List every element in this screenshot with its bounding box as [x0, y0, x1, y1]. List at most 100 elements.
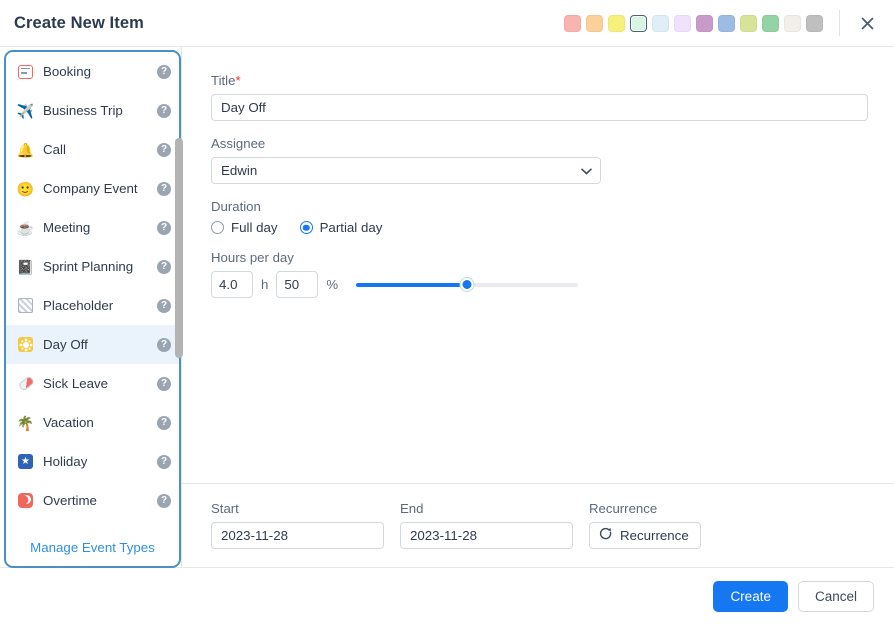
hours-field-block: Hours per day h %	[211, 250, 868, 298]
title-label: Title*	[211, 73, 868, 88]
event-type-list: Booking? ✈️ Business Trip? 🔔 Call? 🙂 Company E…	[6, 52, 179, 528]
assignee-label: Assignee	[211, 136, 266, 151]
coffee-cup-icon: ☕	[16, 219, 35, 236]
slider-thumb[interactable]	[460, 278, 474, 291]
sidebar-item-booking[interactable]: Booking?	[6, 52, 179, 91]
help-icon[interactable]: ?	[157, 103, 171, 118]
dialog-header: Create New Item	[0, 0, 894, 47]
header-divider	[839, 10, 840, 36]
recurrence-label: Recurrence	[589, 501, 658, 516]
close-icon[interactable]	[854, 10, 880, 36]
help-icon[interactable]: ?	[157, 493, 171, 508]
title-input[interactable]	[211, 94, 868, 121]
swatch-orange[interactable]	[586, 14, 603, 32]
swatch-blue[interactable]	[718, 14, 735, 32]
sidebar-item-label: Meeting	[43, 220, 91, 235]
event-type-sidebar-wrapper: Booking? ✈️ Business Trip? 🔔 Call? 🙂 Company E…	[0, 47, 183, 568]
help-icon[interactable]: ?	[157, 415, 171, 430]
swatch-yellow[interactable]	[608, 14, 625, 32]
create-button[interactable]: Create	[713, 580, 788, 612]
slider-fill	[356, 282, 468, 287]
swatch-red[interactable]	[564, 14, 581, 32]
swatch-lime[interactable]	[740, 14, 757, 32]
cancel-button[interactable]: Cancel	[797, 580, 874, 612]
help-icon[interactable]: ?	[157, 298, 171, 313]
sidebar-item-label: Holiday	[43, 454, 88, 469]
sidebar-scrollbar-track[interactable]	[175, 50, 183, 568]
hours-per-day-row: h %	[211, 271, 868, 298]
hours-per-day-label: Hours per day	[211, 250, 294, 265]
help-icon[interactable]: ?	[157, 64, 171, 79]
repeat-icon	[599, 527, 613, 544]
assignee-select-wrapper: Edwin	[211, 157, 601, 184]
title-field-block: Title*	[211, 73, 868, 121]
palm-beach-icon: 🌴	[16, 414, 35, 431]
swatch-mint[interactable]	[630, 14, 647, 32]
sidebar-item-meeting[interactable]: ☕ Meeting?	[6, 208, 179, 247]
percent-unit-label: %	[326, 277, 339, 292]
help-icon[interactable]: ?	[157, 337, 171, 352]
percent-input[interactable]	[276, 271, 319, 298]
airplane-icon: ✈️	[16, 102, 35, 119]
event-type-sidebar: Booking? ✈️ Business Trip? 🔔 Call? 🙂 Company E…	[4, 50, 181, 568]
schedule-section: Start End Recurrence	[182, 483, 894, 567]
sidebar-item-day-off[interactable]: Day Off?	[6, 325, 179, 364]
sidebar-item-label: Overtime	[43, 493, 97, 508]
sidebar-item-overtime[interactable]: Overtime?	[6, 481, 179, 520]
radio-full-day[interactable]: Full day	[211, 220, 278, 235]
sidebar-item-label: Call	[43, 142, 66, 157]
sidebar-item-label: Sick Leave	[43, 376, 109, 391]
sidebar-item-call[interactable]: 🔔 Call?	[6, 130, 179, 169]
dialog-footer: Create Cancel	[0, 567, 894, 624]
bell-icon: 🔔	[16, 141, 35, 158]
help-icon[interactable]: ?	[157, 142, 171, 157]
sidebar-item-label: Business Trip	[43, 103, 123, 118]
help-icon[interactable]: ?	[157, 454, 171, 469]
sidebar-item-holiday[interactable]: ★ Holiday?	[6, 442, 179, 481]
dialog-body: Booking? ✈️ Business Trip? 🔔 Call? 🙂 Company E…	[0, 47, 894, 568]
sidebar-item-sick-leave[interactable]: Sick Leave?	[6, 364, 179, 403]
start-date-input[interactable]	[211, 522, 384, 549]
help-icon[interactable]: ?	[157, 376, 171, 391]
recurrence-field-block: Recurrence Recurrence	[589, 501, 701, 549]
color-swatch-picker[interactable]	[564, 14, 823, 32]
radio-indicator	[299, 221, 313, 234]
swatch-lavender[interactable]	[674, 14, 691, 32]
radio-partial-day[interactable]: Partial day	[299, 220, 382, 235]
hours-percent-slider[interactable]	[356, 276, 579, 294]
assignee-select[interactable]: Edwin	[211, 157, 601, 184]
create-new-item-dialog: Create New Item Booking? ✈️ Business Trip?…	[0, 0, 894, 624]
sidebar-item-sprint-planning[interactable]: 📓 Sprint Planning?	[6, 247, 179, 286]
help-icon[interactable]: ?	[157, 181, 171, 196]
swatch-grey[interactable]	[806, 14, 823, 32]
sidebar-scrollbar-thumb[interactable]	[175, 138, 183, 358]
hours-input[interactable]	[211, 271, 253, 298]
sidebar-item-placeholder[interactable]: Placeholder?	[6, 286, 179, 325]
star-icon: ★	[17, 453, 34, 470]
smiley-icon: 🙂	[16, 180, 35, 197]
sidebar-item-label: Company Event	[43, 181, 138, 196]
swatch-green[interactable]	[762, 14, 779, 32]
recurrence-button[interactable]: Recurrence	[589, 522, 701, 549]
sidebar-item-company-event[interactable]: 🙂 Company Event?	[6, 169, 179, 208]
sidebar-item-vacation[interactable]: 🌴 Vacation?	[6, 403, 179, 442]
sidebar-item-business-trip[interactable]: ✈️ Business Trip?	[6, 91, 179, 130]
swatch-light-blue[interactable]	[652, 14, 669, 32]
swatch-cream[interactable]	[784, 14, 801, 32]
start-field-block: Start	[211, 501, 384, 549]
assignee-selected-value: Edwin	[221, 163, 258, 178]
hours-unit-label: h	[261, 277, 269, 292]
manage-event-types-link[interactable]: Manage Event Types	[30, 540, 155, 555]
sidebar-item-label: Placeholder	[43, 298, 114, 313]
duration-radio-group: Full day Partial day	[211, 220, 868, 235]
booking-card-icon	[17, 63, 34, 80]
help-icon[interactable]: ?	[157, 220, 171, 235]
help-icon[interactable]: ?	[157, 259, 171, 274]
hatched-square-icon	[17, 297, 34, 314]
end-date-input[interactable]	[400, 522, 573, 549]
swatch-purple[interactable]	[696, 14, 713, 32]
end-field-block: End	[400, 501, 573, 549]
moon-icon	[17, 492, 34, 509]
sidebar-item-label: Vacation	[43, 415, 94, 430]
sidebar-item-label: Booking	[43, 64, 92, 79]
